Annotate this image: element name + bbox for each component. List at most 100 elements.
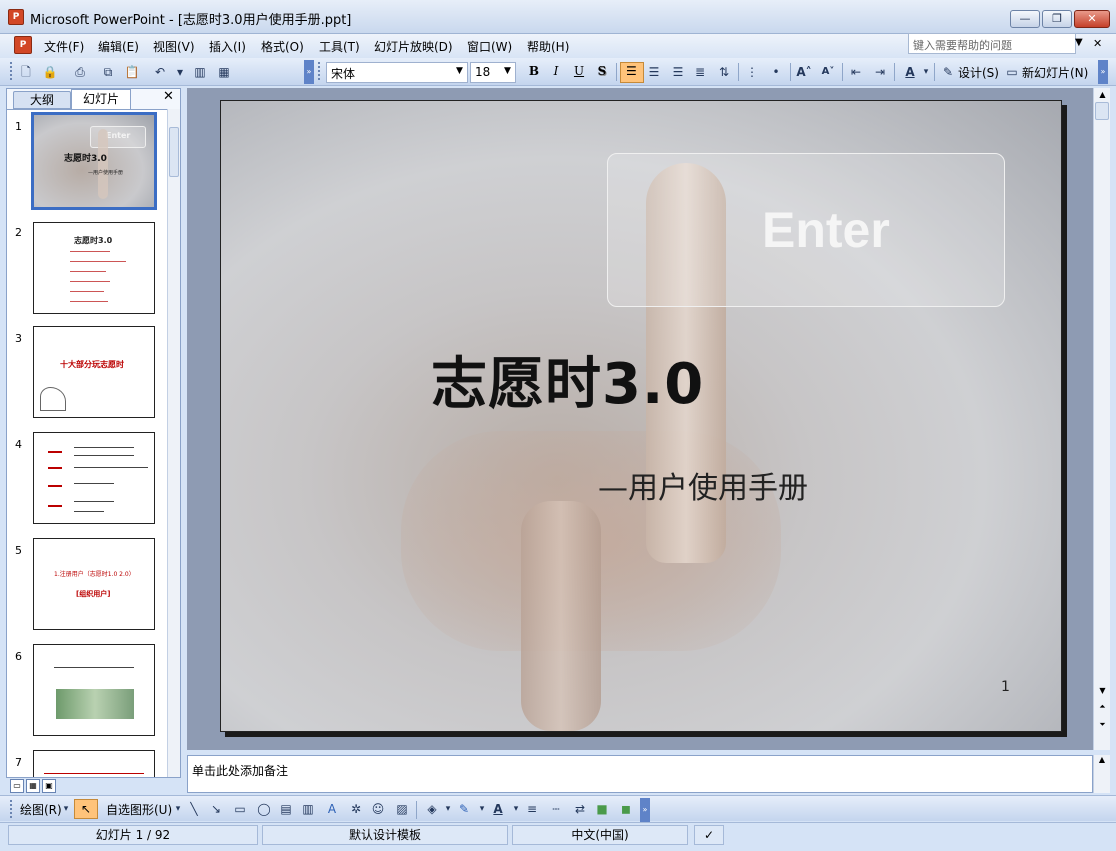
clipart-icon[interactable]: ☺: [370, 801, 386, 817]
powerpoint-app-icon[interactable]: P: [8, 9, 24, 25]
toolbar-grip[interactable]: [318, 62, 322, 80]
insert-table-icon[interactable]: ▦: [216, 64, 232, 80]
arrow-style-icon[interactable]: ⇄: [572, 801, 588, 817]
chevron-down-icon[interactable]: ▾: [508, 801, 524, 817]
font-color-icon[interactable]: A: [490, 801, 506, 817]
increase-font-icon[interactable]: A˄: [796, 64, 812, 80]
chevron-down-icon[interactable]: ▾: [440, 801, 456, 817]
arrow-icon[interactable]: ↘: [208, 801, 224, 817]
line-spacing-icon[interactable]: ⇅: [716, 64, 732, 80]
paste-icon[interactable]: 📋: [124, 64, 140, 80]
design-icon[interactable]: ✎: [940, 64, 956, 80]
numbering-icon[interactable]: ⋮: [744, 64, 760, 80]
font-color-dropdown-icon[interactable]: ▾: [918, 64, 934, 80]
restore-button[interactable]: ❐: [1042, 10, 1072, 28]
spellcheck-icon[interactable]: ✓: [694, 825, 724, 845]
slide-title[interactable]: 志愿时3.0: [431, 339, 704, 420]
slide-thumbnail-1[interactable]: Enter 志愿时3.0 —用户使用手册: [31, 112, 157, 210]
slide-thumbnail-5[interactable]: 1.注册用户（志愿时1.0 2.0） [组织用户]: [33, 538, 155, 630]
permission-icon[interactable]: 🔒: [42, 64, 58, 80]
tab-slides[interactable]: 幻灯片: [71, 89, 131, 109]
line-icon[interactable]: ╲: [186, 801, 202, 817]
scrollbar-thumb[interactable]: [1095, 102, 1109, 120]
wordart-icon[interactable]: A: [324, 801, 340, 817]
font-color-button[interactable]: A: [902, 64, 918, 80]
diagram-icon[interactable]: ✲: [348, 801, 364, 817]
scrollbar-thumb[interactable]: [169, 127, 179, 177]
slide-thumbnail-6[interactable]: [33, 644, 155, 736]
chevron-down-icon[interactable]: ▾: [474, 801, 490, 817]
slide-thumbnail-7[interactable]: [33, 750, 155, 777]
menu-view[interactable]: 视图(V): [153, 38, 195, 55]
line-color-icon[interactable]: ✎: [456, 801, 472, 817]
rectangle-icon[interactable]: ▭: [232, 801, 248, 817]
fill-color-icon[interactable]: ◈: [424, 801, 440, 817]
next-slide-icon[interactable]: ⏷: [1095, 718, 1110, 732]
slide-thumbnail-4[interactable]: [33, 432, 155, 524]
decrease-indent-icon[interactable]: ⇤: [848, 64, 864, 80]
line-style-icon[interactable]: ≡: [524, 801, 540, 817]
bold-button[interactable]: B: [526, 64, 542, 78]
select-objects-button[interactable]: ↖: [74, 799, 98, 819]
close-button[interactable]: ✕: [1074, 10, 1110, 28]
menu-edit[interactable]: 编辑(E): [98, 38, 139, 55]
menu-tools[interactable]: 工具(T): [319, 38, 360, 55]
decrease-font-icon[interactable]: A˅: [820, 64, 836, 80]
align-left-button[interactable]: ☰: [620, 62, 644, 83]
bullets-icon[interactable]: •: [768, 64, 784, 80]
toolbar-options-icon[interactable]: »: [1098, 60, 1108, 84]
toolbar-options-icon[interactable]: »: [640, 798, 650, 822]
chevron-down-icon[interactable]: ▾: [58, 801, 74, 817]
distribute-icon[interactable]: ≣: [692, 64, 708, 80]
textbox-icon[interactable]: ▤: [278, 801, 294, 817]
menu-format[interactable]: 格式(O): [261, 38, 304, 55]
chevron-down-icon[interactable]: ▾: [170, 801, 186, 817]
draw-menu-button[interactable]: 绘图(R): [20, 801, 62, 818]
align-right-icon[interactable]: ☰: [670, 64, 686, 80]
menu-window[interactable]: 窗口(W): [467, 38, 512, 55]
design-template[interactable]: 默认设计模板: [262, 825, 508, 845]
picture-icon[interactable]: ▨: [394, 801, 410, 817]
close-document-icon[interactable]: ✕: [1093, 37, 1102, 50]
dash-style-icon[interactable]: ┄: [548, 801, 564, 817]
current-slide[interactable]: Enter 志愿时3.0 —用户使用手册 1: [220, 100, 1062, 732]
design-button[interactable]: 设计(S): [958, 64, 999, 81]
slideshow-icon[interactable]: ▣: [42, 779, 56, 793]
slide-sorter-icon[interactable]: ▦: [26, 779, 40, 793]
print-icon[interactable]: ⎙: [72, 64, 88, 80]
italic-button[interactable]: I: [548, 64, 564, 78]
chevron-down-icon[interactable]: ▼: [504, 66, 511, 76]
notes-scrollbar[interactable]: ▲: [1093, 755, 1110, 793]
new-slide-icon[interactable]: ▭: [1004, 64, 1020, 80]
notes-input[interactable]: 单击此处添加备注: [187, 755, 1093, 793]
toolbar-options-icon[interactable]: »: [304, 60, 314, 84]
underline-button[interactable]: U: [571, 64, 587, 78]
undo-icon[interactable]: ↶: [152, 64, 168, 80]
slide-thumbnail-3[interactable]: 十大部分玩志愿时: [33, 326, 155, 418]
new-slide-button[interactable]: 新幻灯片(N): [1022, 64, 1088, 81]
help-search-input[interactable]: 键入需要帮助的问题: [908, 33, 1076, 54]
autoshapes-button[interactable]: 自选图形(U): [106, 801, 172, 818]
shadow-style-icon[interactable]: ■: [594, 801, 610, 817]
scroll-up-icon[interactable]: ▲: [1095, 88, 1110, 102]
align-center-icon[interactable]: ☰: [646, 64, 662, 80]
3d-style-icon[interactable]: ◼: [618, 801, 634, 817]
oval-icon[interactable]: ◯: [256, 801, 272, 817]
minimize-button[interactable]: —: [1010, 10, 1040, 28]
slide-scrollbar[interactable]: ▲ ▼ ⏶ ⏷: [1093, 88, 1110, 750]
copy-icon[interactable]: ⧉: [100, 64, 116, 80]
increase-indent-icon[interactable]: ⇥: [872, 64, 888, 80]
toolbar-grip[interactable]: [10, 62, 14, 80]
previous-slide-icon[interactable]: ⏶: [1095, 700, 1110, 714]
chevron-down-icon[interactable]: ▼: [1075, 37, 1083, 48]
document-icon[interactable]: P: [14, 36, 32, 54]
vertical-textbox-icon[interactable]: ▥: [300, 801, 316, 817]
tab-outline[interactable]: 大纲: [13, 91, 71, 109]
insert-chart-icon[interactable]: ▥: [192, 64, 208, 80]
scroll-down-icon[interactable]: ▼: [1095, 684, 1110, 698]
undo-dropdown-icon[interactable]: ▾: [172, 64, 188, 80]
normal-view-icon[interactable]: ▭: [10, 779, 24, 793]
menu-help[interactable]: 帮助(H): [527, 38, 569, 55]
shadow-button[interactable]: S: [594, 64, 610, 78]
menu-slideshow[interactable]: 幻灯片放映(D): [374, 38, 453, 55]
